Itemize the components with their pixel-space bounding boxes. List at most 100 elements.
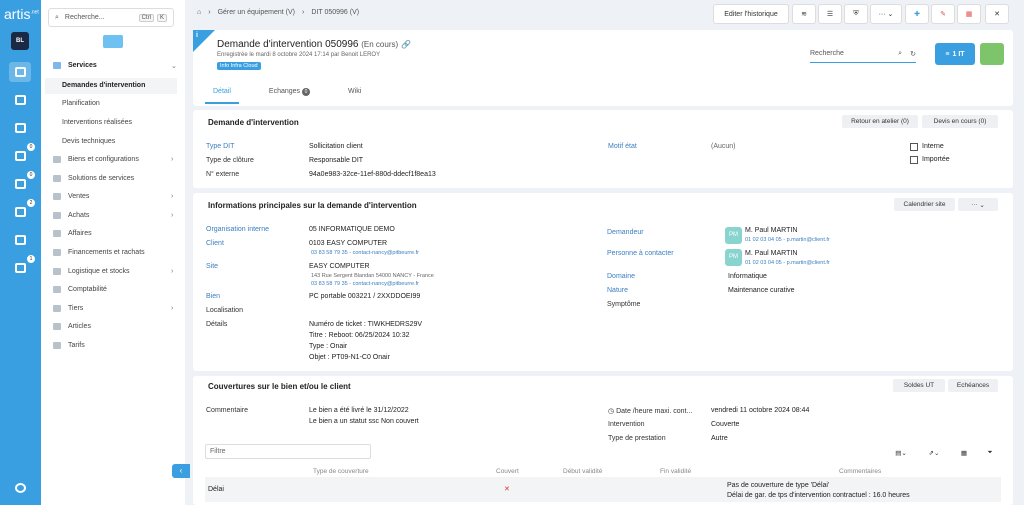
field-text: Localisation xyxy=(206,307,243,314)
field-text: Intervention xyxy=(608,421,645,428)
sidebar-item-ventes[interactable]: Ventes xyxy=(53,193,89,200)
field-text: Maintenance curative xyxy=(728,287,795,294)
breadcrumb-item[interactable]: DIT 050996 (V) xyxy=(311,9,359,16)
monitor-icon[interactable] xyxy=(9,62,31,82)
retour-atelier-button[interactable]: Retour en atelier (0) xyxy=(842,115,918,128)
home-icon[interactable]: ⌂ xyxy=(197,9,201,16)
more-button[interactable]: ··· ⌄ xyxy=(958,198,998,211)
export-icon[interactable]: ⇗⌄ xyxy=(920,446,948,459)
sidebar-item-interventions[interactable]: Interventions réalisées xyxy=(62,119,132,126)
field-text: Informatique xyxy=(728,273,767,280)
link-icon[interactable]: 🔗 xyxy=(401,40,411,49)
star-icon[interactable]: 2 xyxy=(9,199,35,222)
sidebar-item-comptabilite[interactable]: Comptabilité xyxy=(53,286,107,293)
sidebar-item-achats[interactable]: Achats xyxy=(53,212,89,219)
column-header[interactable]: Couvert xyxy=(496,468,519,475)
sidebar-item-biens[interactable]: Biens et configurations xyxy=(53,156,139,163)
tools-icon[interactable]: ✕ xyxy=(985,4,1009,24)
sidebar-item-articles[interactable]: Articles xyxy=(53,323,91,330)
header-search[interactable]: Recherche ⌕ ↻ xyxy=(810,50,916,63)
field-text: 01 02 03 04 05 - p.martin@client.fr xyxy=(745,260,830,266)
sidebar-item-demandes[interactable]: Demandes d'intervention xyxy=(45,78,177,94)
field-text: M. Paul MARTIN xyxy=(745,227,798,234)
sidebar-item-tiers[interactable]: Tiers xyxy=(53,305,83,312)
field-text: Domaine xyxy=(607,273,636,280)
info-icon[interactable]: i xyxy=(193,30,215,52)
eraser-icon[interactable]: ✎ xyxy=(931,4,955,24)
field-text: N° externe xyxy=(206,171,240,178)
field-text: Importée xyxy=(922,156,950,163)
sidebar-item-tarifs[interactable]: Tarifs xyxy=(53,342,85,349)
avatar: PM xyxy=(725,227,742,244)
columns-icon[interactable]: ▤⌄ xyxy=(887,446,915,459)
sidebar-item-affaires[interactable]: Affaires xyxy=(53,230,92,237)
refresh-icon[interactable]: ↻ xyxy=(910,50,916,58)
filter-input[interactable]: Filtre xyxy=(205,444,371,459)
sidebar-item-planification[interactable]: Planification xyxy=(62,100,100,107)
field-text: 94a0e983-32ce-11ef-880d-ddecf1f8ea13 xyxy=(309,171,436,178)
sidebar-search[interactable]: ⌕ Recherche... Ctrl K xyxy=(48,8,174,27)
interne-checkbox[interactable] xyxy=(910,143,918,151)
tab-detail[interactable]: Détail xyxy=(205,84,239,104)
table-row[interactable]: Délai ✕ Pas de couverture de type 'Délai… xyxy=(205,477,1001,502)
layout-icon[interactable]: ▦ xyxy=(955,446,973,459)
field-text: Le bien a un statut ssc Non couvert xyxy=(309,418,419,425)
page-title: Demande d'intervention 050996 (En cours)… xyxy=(217,39,411,50)
field-text: Détails xyxy=(206,321,228,328)
calendar-icon[interactable]: ▦ xyxy=(957,4,981,24)
tab-echanges[interactable]: Echanges 0 xyxy=(261,84,318,104)
sidebar-item-services[interactable]: Services xyxy=(53,62,97,69)
tab-wiki[interactable]: Wiki xyxy=(340,84,369,104)
edit-history-button[interactable]: Editer l'historique xyxy=(713,4,789,24)
field-text: Sollicitation client xyxy=(309,143,363,150)
field-text: 05 INFORMATIQUE DEMO xyxy=(309,226,395,233)
section-title: Demande d'intervention xyxy=(208,118,299,127)
breadcrumb-item[interactable]: Gérer un équipement (V) xyxy=(218,9,295,16)
green-action-button[interactable] xyxy=(980,43,1004,65)
field-text: vendredi 11 octobre 2024 08:44 xyxy=(711,407,810,414)
shield-icon[interactable]: ⛨ xyxy=(844,4,868,24)
more-icon[interactable]: ··· ⌄ xyxy=(870,4,902,24)
chevron-right-icon: › xyxy=(171,268,174,275)
field-text: Site xyxy=(206,263,219,270)
chart-icon[interactable] xyxy=(9,118,31,138)
count-badge: 0 xyxy=(27,171,35,179)
field-text: Type DIT xyxy=(206,143,235,150)
devis-en-cours-button[interactable]: Devis en cours (0) xyxy=(922,115,998,128)
wrench-icon[interactable] xyxy=(9,478,31,498)
field-text: 0103 EASY COMPUTER xyxy=(309,240,388,247)
filter-icon[interactable]: ≋ xyxy=(792,4,816,24)
grid-icon[interactable] xyxy=(9,90,31,110)
plus-icon[interactable]: ✚ xyxy=(905,4,929,24)
calendrier-site-button[interactable]: Calendrier site xyxy=(894,198,955,211)
funnel-icon[interactable]: ⏷ xyxy=(981,446,999,459)
field-text: Titre : Reboot: 06/25/2024 10:32 xyxy=(309,332,410,339)
column-header[interactable]: Type de couverture xyxy=(313,468,369,475)
sidebar-item-devis[interactable]: Devis techniques xyxy=(62,138,115,145)
importee-checkbox[interactable] xyxy=(910,156,918,164)
field-text: Délai de gar. de tps d'intervention cont… xyxy=(727,492,910,499)
sidebar: ⌕ Recherche... Ctrl K Services ⌄ Demandes d… xyxy=(41,0,185,505)
column-header[interactable]: Commentaires xyxy=(839,468,881,475)
it-button[interactable]: ≡ 1 IT xyxy=(935,43,975,65)
collapse-sidebar-button[interactable]: ‹ xyxy=(172,464,190,478)
header-card: i Demande d'intervention 050996 (En cour… xyxy=(193,30,1013,106)
field-text: EASY COMPUTER xyxy=(309,263,370,270)
monitor-button[interactable] xyxy=(103,35,123,48)
user-avatar[interactable]: BL xyxy=(11,32,29,50)
chevron-right-icon: › xyxy=(171,305,174,312)
check-icon[interactable]: 0 xyxy=(9,143,35,166)
soldes-ut-button[interactable]: Soldes UT xyxy=(893,379,945,392)
chat-icon[interactable]: 0 xyxy=(9,171,35,194)
sidebar-item-solutions[interactable]: Solutions de services xyxy=(53,175,134,182)
sidebar-item-financements[interactable]: Financements et rachats xyxy=(53,249,145,256)
column-header[interactable]: Fin validité xyxy=(660,468,691,475)
list-icon[interactable]: ☰ xyxy=(818,4,842,24)
column-header[interactable]: Début validité xyxy=(563,468,602,475)
field-text: 03 83 58 79 35 - contact-nancy@pitbeurre… xyxy=(311,281,420,287)
box-icon[interactable]: 1 xyxy=(9,255,35,278)
sidebar-item-logistique[interactable]: Logistique et stocks xyxy=(53,268,129,275)
sigma-icon[interactable] xyxy=(9,230,31,250)
created-info: Enregistrée le mardi 8 octobre 2024 17:1… xyxy=(217,52,381,58)
echeances-button[interactable]: Echéances xyxy=(948,379,998,392)
